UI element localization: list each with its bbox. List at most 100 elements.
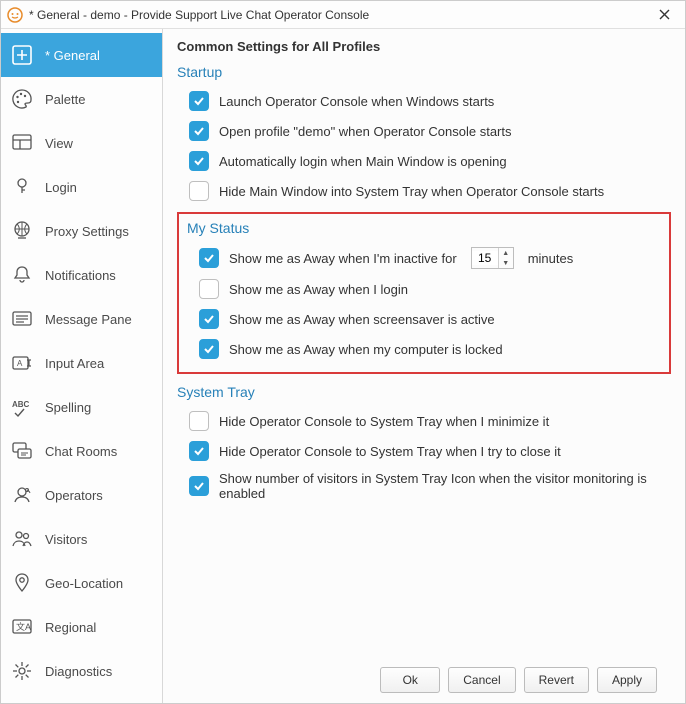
checkbox-launch-on-windows-start[interactable] <box>189 91 209 111</box>
checkbox-row: Show me as Away when screensaver is acti… <box>187 304 661 334</box>
checkbox-label: Open profile "demo" when Operator Consol… <box>219 124 512 139</box>
sidebar-item-input-area[interactable]: A Input Area <box>1 341 162 385</box>
chat-rooms-icon <box>11 440 33 462</box>
checkbox-label: Show me as Away when my computer is lock… <box>229 342 503 357</box>
sidebar-item-label: View <box>45 136 73 151</box>
close-button[interactable] <box>649 3 679 27</box>
group-title-startup: Startup <box>177 64 671 80</box>
globe-icon <box>11 220 33 242</box>
svg-text:文A: 文A <box>16 621 31 632</box>
checkbox-label-pre: Show me as Away when I'm inactive for <box>229 251 457 266</box>
sidebar-item-label: Visitors <box>45 532 87 547</box>
window: * General - demo - Provide Support Live … <box>0 0 686 704</box>
checkbox-tray-visitor-count[interactable] <box>189 476 209 496</box>
operators-icon <box>11 484 33 506</box>
checkbox-tray-on-minimize[interactable] <box>189 411 209 431</box>
sidebar-item-operators[interactable]: Operators <box>1 473 162 517</box>
sidebar-item-general[interactable]: * General <box>1 33 162 77</box>
checkbox-label: Launch Operator Console when Windows sta… <box>219 94 494 109</box>
sidebar-item-label: Chat Rooms <box>45 444 117 459</box>
input-area-icon: A <box>11 352 33 374</box>
sidebar-item-proxy[interactable]: Proxy Settings <box>1 209 162 253</box>
checkbox-away-inactive[interactable] <box>199 248 219 268</box>
checkbox-row: Show me as Away when I login <box>187 274 661 304</box>
window-title: * General - demo - Provide Support Live … <box>29 8 649 22</box>
checkbox-away-locked[interactable] <box>199 339 219 359</box>
checkbox-label: Automatically login when Main Window is … <box>219 154 507 169</box>
checkbox-row: Hide Operator Console to System Tray whe… <box>177 406 671 436</box>
sidebar-item-label: Geo-Location <box>45 576 123 591</box>
apply-button[interactable]: Apply <box>597 667 657 693</box>
sidebar-item-label: Notifications <box>45 268 116 283</box>
sidebar-item-label: Proxy Settings <box>45 224 129 239</box>
regional-icon: 文A <box>11 616 33 638</box>
sidebar-item-visitors[interactable]: Visitors <box>1 517 162 561</box>
ok-button[interactable]: Ok <box>380 667 440 693</box>
checkbox-row: Hide Main Window into System Tray when O… <box>177 176 671 206</box>
sidebar-item-regional[interactable]: 文A Regional <box>1 605 162 649</box>
sidebar-item-label: Input Area <box>45 356 104 371</box>
checkbox-away-screensaver[interactable] <box>199 309 219 329</box>
checkbox-auto-login[interactable] <box>189 151 209 171</box>
checkbox-tray-on-close[interactable] <box>189 441 209 461</box>
spinner-up[interactable]: ▲ <box>499 248 513 258</box>
message-pane-icon <box>11 308 33 330</box>
inactive-minutes-input[interactable] <box>472 251 498 265</box>
spelling-icon: ABC <box>11 396 33 418</box>
checkbox-label: Show me as Away when screensaver is acti… <box>229 312 495 327</box>
checkbox-row: Show number of visitors in System Tray I… <box>177 466 671 506</box>
checkbox-row: Show me as Away when my computer is lock… <box>187 334 661 364</box>
checkbox-label: Hide Operator Console to System Tray whe… <box>219 414 549 429</box>
sidebar-item-spelling[interactable]: ABC Spelling <box>1 385 162 429</box>
sidebar-item-label: Palette <box>45 92 85 107</box>
sidebar: * General Palette View Login Proxy Setti… <box>1 29 163 703</box>
sidebar-item-label: * General <box>45 48 100 63</box>
checkbox-open-profile-on-start[interactable] <box>189 121 209 141</box>
body: * General Palette View Login Proxy Setti… <box>1 29 685 703</box>
checkbox-row: Show me as Away when I'm inactive for ▲ … <box>187 242 661 274</box>
sidebar-item-label: Message Pane <box>45 312 132 327</box>
checkbox-away-on-login[interactable] <box>199 279 219 299</box>
checkbox-hide-to-tray-on-start[interactable] <box>189 181 209 201</box>
checkbox-row: Launch Operator Console when Windows sta… <box>177 86 671 116</box>
sidebar-item-notifications[interactable]: Notifications <box>1 253 162 297</box>
checkbox-label-post: minutes <box>528 251 574 266</box>
revert-button[interactable]: Revert <box>524 667 589 693</box>
sidebar-item-diagnostics[interactable]: Diagnostics <box>1 649 162 693</box>
spinner-down[interactable]: ▼ <box>499 258 513 268</box>
checkbox-label: Show number of visitors in System Tray I… <box>219 471 671 501</box>
sidebar-item-chat-rooms[interactable]: Chat Rooms <box>1 429 162 473</box>
sidebar-item-label: Login <box>45 180 77 195</box>
sidebar-item-message-pane[interactable]: Message Pane <box>1 297 162 341</box>
checkbox-label: Show me as Away when I login <box>229 282 408 297</box>
sidebar-item-view[interactable]: View <box>1 121 162 165</box>
svg-text:ABC: ABC <box>12 400 30 409</box>
palette-icon <box>11 88 33 110</box>
general-icon <box>11 44 33 66</box>
sidebar-item-label: Diagnostics <box>45 664 112 679</box>
checkbox-row: Hide Operator Console to System Tray whe… <box>177 436 671 466</box>
sidebar-item-label: Spelling <box>45 400 91 415</box>
sidebar-item-label: Operators <box>45 488 103 503</box>
footer: Ok Cancel Revert Apply <box>177 657 671 703</box>
sidebar-item-login[interactable]: Login <box>1 165 162 209</box>
sidebar-item-palette[interactable]: Palette <box>1 77 162 121</box>
group-title-mystatus: My Status <box>187 220 661 236</box>
login-icon <box>11 176 33 198</box>
checkbox-row: Open profile "demo" when Operator Consol… <box>177 116 671 146</box>
geo-location-icon <box>11 572 33 594</box>
inactive-minutes-spinner[interactable]: ▲ ▼ <box>471 247 514 269</box>
cancel-button[interactable]: Cancel <box>448 667 515 693</box>
content: Common Settings for All Profiles Startup… <box>163 29 685 703</box>
sidebar-item-label: Regional <box>45 620 96 635</box>
view-icon <box>11 132 33 154</box>
bell-icon <box>11 264 33 286</box>
group-title-systemtray: System Tray <box>177 384 671 400</box>
close-icon <box>659 9 670 20</box>
app-icon <box>7 7 23 23</box>
visitors-icon <box>11 528 33 550</box>
highlight-mystatus: My Status Show me as Away when I'm inact… <box>177 212 671 374</box>
page-heading: Common Settings for All Profiles <box>177 39 671 54</box>
checkbox-label: Hide Operator Console to System Tray whe… <box>219 444 561 459</box>
sidebar-item-geo-location[interactable]: Geo-Location <box>1 561 162 605</box>
